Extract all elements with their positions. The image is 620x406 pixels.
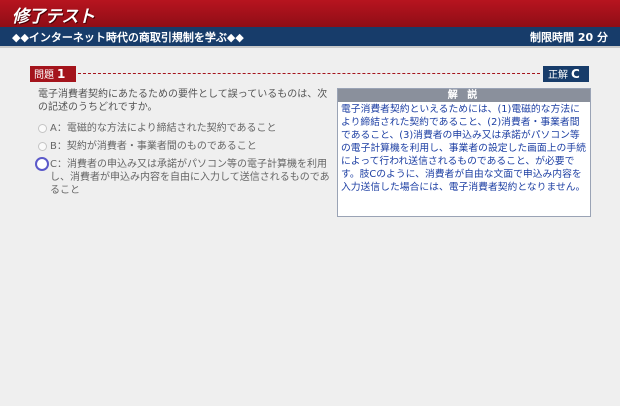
choice-b-label: B：契約が消費者・事業者間のものであること	[50, 141, 257, 152]
page-title: 修了テスト	[12, 7, 95, 27]
explanation-body: 電子消費者契約といえるためには、(1)電磁的な方法により締結された契約であること…	[341, 104, 586, 193]
question-text: 電子消費者契約にあたるための要件として誤っているものは、次の記述のうちどれですか…	[38, 89, 328, 113]
question-badge-label: 問題	[34, 70, 54, 81]
question-number: 1	[57, 67, 66, 81]
correct-answer-badge: 正解 C	[543, 66, 589, 82]
time-limit: 制限時間 20 分	[530, 31, 608, 44]
explanation-heading: 解 説	[338, 89, 590, 102]
choice-a-radio[interactable]	[38, 124, 47, 133]
question-number-badge: 問題 1	[30, 66, 76, 82]
course-bar: ◆◆インターネット時代の商取引規制を学ぶ◆◆ 制限時間 20 分	[0, 27, 620, 46]
answer-value: C	[571, 67, 580, 81]
header-divider	[0, 46, 620, 48]
answer-label: 正解	[548, 70, 568, 81]
course-title: ◆◆インターネット時代の商取引規制を学ぶ◆◆	[12, 31, 244, 44]
choice-a-label: A：電磁的な方法により締結された契約であること	[50, 123, 277, 134]
choice-c-label: C：消費者の申込み又は承諾がパソコン等の電子計算機を利用し、消費者が申込み内容を…	[50, 159, 330, 196]
explanation-panel: 解 説 電子消費者契約といえるためには、(1)電磁的な方法により締結された契約で…	[337, 88, 591, 217]
choice-c-radio[interactable]	[35, 157, 49, 171]
question-divider	[78, 73, 540, 74]
app-header: 修了テスト	[0, 0, 620, 27]
choice-b-radio[interactable]	[38, 142, 47, 151]
